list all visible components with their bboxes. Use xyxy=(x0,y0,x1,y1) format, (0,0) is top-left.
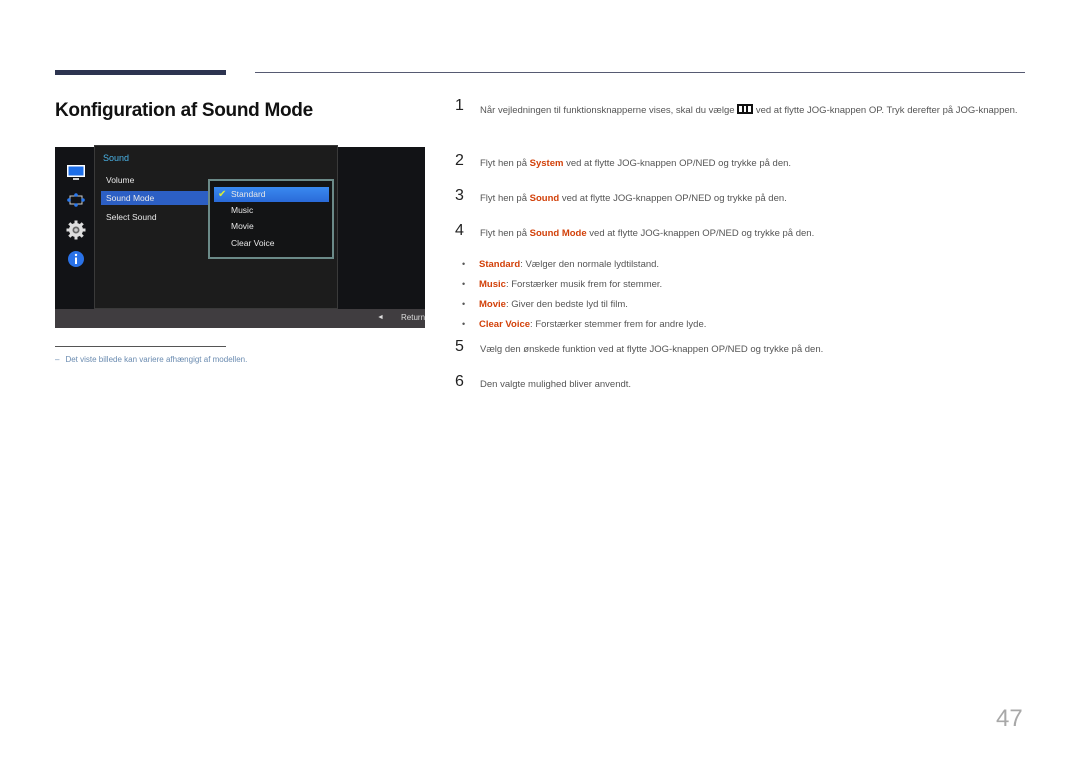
step-text-pre: Flyt hen på xyxy=(480,228,530,239)
header-rule xyxy=(255,72,1025,73)
picture-icon xyxy=(67,165,85,180)
osd-menu-screenshot: Sound Volume Sound Mode Select Sound ✔ S… xyxy=(55,145,425,328)
bullet-desc: : Forstærker stemmer frem for andre lyde… xyxy=(530,319,707,330)
step-text: Flyt hen på System ved at flytte JOG-kna… xyxy=(480,153,1025,174)
note-rule xyxy=(55,346,226,347)
osd-section-title: Sound xyxy=(103,153,130,163)
step-text: Den valgte mulighed bliver anvendt. xyxy=(480,379,632,390)
step-text-pre: Flyt hen på xyxy=(480,193,530,204)
bullet-term: Clear Voice xyxy=(479,319,531,330)
step-number: 4 xyxy=(455,222,464,239)
sound-mode-submenu: ✔ Standard Music Movie Clear Voice xyxy=(208,179,334,259)
bullet-dot: • xyxy=(462,279,466,289)
check-icon: ✔ xyxy=(218,189,227,200)
osd-menu-item-volume[interactable]: Volume xyxy=(101,173,209,187)
bullet-desc: : Forstærker musik frem for stemmer. xyxy=(505,279,663,290)
page-title: Konfiguration af Sound Mode xyxy=(55,100,313,121)
bullet-dot: • xyxy=(462,319,466,329)
osd-right-area xyxy=(338,149,425,309)
screen-position-icon xyxy=(67,193,85,207)
submenu-item-music[interactable]: Music xyxy=(214,203,329,218)
submenu-item-standard[interactable]: ✔ Standard xyxy=(214,187,329,202)
return-button[interactable]: Return xyxy=(401,313,425,322)
menu-grid-icon xyxy=(737,104,754,114)
bullet-desc: : Giver den bedste lyd til film. xyxy=(505,299,628,310)
step-text: Flyt hen på Sound Mode ved at flytte JOG… xyxy=(480,223,1025,244)
osd-menu-item-sound-mode[interactable]: Sound Mode xyxy=(101,191,209,205)
step-text-pre: Flyt hen på xyxy=(480,158,530,169)
step-text: Flyt hen på Sound ved at flytte JOG-knap… xyxy=(480,188,1025,209)
return-arrow-icon: ◄ xyxy=(377,314,384,321)
osd-footer: ◄ Return xyxy=(55,309,425,328)
bullet-desc: : Vælger den normale lydtilstand. xyxy=(520,259,660,270)
bullet-dot: • xyxy=(462,259,466,269)
step-text-post: ved at flytte JOG-knappen OP. Tryk deref… xyxy=(753,105,1018,116)
footnote: – Det viste billede kan variere afhængigt… xyxy=(55,355,247,364)
header-accent-bar xyxy=(55,70,226,75)
step-number: 1 xyxy=(455,97,464,114)
bullet-term: Standard xyxy=(479,259,521,270)
bullet-dot: • xyxy=(462,299,466,309)
highlight-sound: Sound xyxy=(529,193,560,204)
step-text-post: ved at flytte JOG-knappen OP/NED og tryk… xyxy=(563,158,792,169)
highlight-sound-mode: Sound Mode xyxy=(529,228,587,239)
note-marker: – xyxy=(55,355,60,364)
osd-sidebar xyxy=(55,147,94,309)
submenu-item-movie[interactable]: Movie xyxy=(214,219,329,234)
step-number: 3 xyxy=(455,187,464,204)
step-text: Vælg den ønskede funktion ved at flytte … xyxy=(480,344,824,355)
system-gear-icon xyxy=(66,220,86,240)
step-text-pre: Når vejledningen til funktionsknapperne … xyxy=(480,105,738,116)
step-number: 2 xyxy=(455,152,464,169)
step-text: Når vejledningen til funktionsknapperne … xyxy=(480,100,1025,121)
submenu-item-label: Standard xyxy=(231,189,266,199)
step-number: 6 xyxy=(455,373,464,390)
osd-menu-item-select-sound[interactable]: Select Sound xyxy=(101,210,209,224)
bullet-term: Music xyxy=(479,279,506,290)
step-text-post: ved at flytte JOG-knappen OP/NED og tryk… xyxy=(559,193,787,204)
page-number: 47 xyxy=(996,705,1023,732)
step-text-post: ved at flytte JOG-knappen OP/NED og tryk… xyxy=(586,228,815,239)
osd-sound-menu: Sound Volume Sound Mode Select Sound ✔ S… xyxy=(94,145,338,309)
highlight-system: System xyxy=(529,158,564,169)
bullet-term: Movie xyxy=(479,299,506,310)
step-number: 5 xyxy=(455,338,464,355)
note-text: Det viste billede kan variere afhængigt … xyxy=(65,355,248,364)
submenu-item-clear-voice[interactable]: Clear Voice xyxy=(214,236,329,251)
information-icon xyxy=(68,251,84,267)
